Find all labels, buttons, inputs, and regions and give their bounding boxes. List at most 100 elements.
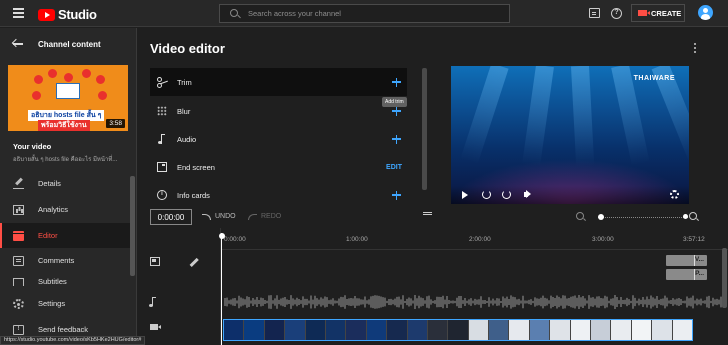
sidebar-item-label: Comments xyxy=(38,256,75,265)
filmstrip-frame xyxy=(611,320,631,340)
search-input[interactable] xyxy=(248,5,498,22)
timeline-scrollbar[interactable] xyxy=(722,248,727,308)
tool-info-cards[interactable]: i Info cards xyxy=(150,181,407,204)
filmstrip-frame xyxy=(550,320,570,340)
zoom-out-icon[interactable] xyxy=(576,212,584,220)
tool-audio[interactable]: Audio xyxy=(150,125,407,153)
messages-icon[interactable] xyxy=(589,8,600,18)
volume-icon[interactable] xyxy=(524,190,531,198)
tool-end-screen[interactable]: End screen EDIT xyxy=(150,153,407,181)
music-track-icon xyxy=(149,297,156,307)
sidebar-scrollbar[interactable] xyxy=(130,176,135,276)
end-screen-element[interactable]: V... xyxy=(666,255,707,266)
main-panel: Video editor Trim Blur Audio End screen … xyxy=(137,28,728,345)
tool-label: Trim xyxy=(177,77,192,87)
sidebar-item-comments[interactable]: Comments xyxy=(0,248,130,273)
add-info-card-plus-icon[interactable] xyxy=(392,190,401,200)
video-subtitle: อธิบายสั้น ๆ hosts file คืออะไร มีหน้าที… xyxy=(13,157,118,163)
comments-icon xyxy=(13,255,24,266)
playhead[interactable] xyxy=(218,233,225,345)
filmstrip-frame xyxy=(529,320,550,340)
filmstrip-frame xyxy=(631,320,652,340)
add-trim-plus-icon[interactable] xyxy=(392,77,401,87)
sidebar-item-label: Subtitles xyxy=(38,277,67,286)
tools-scrollbar[interactable] xyxy=(422,68,427,190)
pencil-icon xyxy=(13,179,24,189)
player-controls xyxy=(451,186,689,204)
ruler-tick: 3:57:12 xyxy=(683,236,705,243)
sidebar-item-details[interactable]: Details xyxy=(0,171,130,196)
filmstrip-frame xyxy=(305,320,325,340)
tool-label: Audio xyxy=(177,134,197,144)
search-box[interactable] xyxy=(219,4,510,23)
rewind-10-icon[interactable] xyxy=(482,190,491,199)
timeline-ruler[interactable]: 0:00:00 1:00:00 2:00:00 3:00:00 3:57:12 xyxy=(221,228,728,250)
info-icon: i xyxy=(157,190,167,200)
status-bar-url: https://studio.youtube.com/video/sKb5HKe… xyxy=(0,336,146,345)
thumbnail-caption-2: พร้อมวิธีใช้งาน xyxy=(38,120,90,131)
tool-label: Blur xyxy=(177,106,191,116)
add-audio-plus-icon[interactable] xyxy=(392,134,401,144)
filmstrip-frame xyxy=(427,320,448,340)
tool-label: End screen xyxy=(177,162,215,172)
zoom-slider[interactable] xyxy=(598,214,688,220)
forward-10-icon[interactable] xyxy=(502,190,511,199)
filmstrip-frame xyxy=(366,320,387,340)
top-bar: Studio ? CREATE xyxy=(0,0,728,27)
back-arrow-icon[interactable] xyxy=(13,43,23,45)
avatar[interactable] xyxy=(698,5,713,20)
channel-content-title: Channel content xyxy=(38,40,101,49)
filmstrip-frame xyxy=(244,320,264,340)
editor-icon xyxy=(13,230,24,241)
zoom-slider-knob[interactable] xyxy=(598,214,604,220)
filmstrip-frame xyxy=(509,320,529,340)
end-screen-element[interactable]: P... xyxy=(666,269,707,280)
editor-tools-list: Trim Blur Audio End screen EDIT i Info c… xyxy=(150,68,407,204)
video-camera-icon xyxy=(638,10,650,16)
menu-icon[interactable] xyxy=(13,8,24,18)
studio-logo[interactable]: Studio xyxy=(38,7,97,22)
sidebar-item-label: Analytics xyxy=(38,205,69,214)
timecode-input[interactable] xyxy=(150,209,192,225)
filmstrip-frame xyxy=(448,320,468,340)
filmstrip-frame xyxy=(672,320,692,340)
add-blur-plus-icon[interactable] xyxy=(392,106,401,116)
sidebar-item-settings[interactable]: Settings xyxy=(0,291,130,316)
ruler-tick: 0:00:00 xyxy=(224,236,246,243)
create-button[interactable]: CREATE xyxy=(631,4,685,22)
zoom-in-icon[interactable] xyxy=(689,212,697,220)
undo-button[interactable]: UNDO xyxy=(202,213,236,220)
youtube-logo-icon xyxy=(38,8,55,21)
play-icon[interactable] xyxy=(462,191,468,199)
audio-waveform xyxy=(221,291,728,313)
more-options-icon[interactable] xyxy=(694,43,697,54)
search-icon xyxy=(230,9,238,17)
undo-label: UNDO xyxy=(215,213,236,220)
ruler-tick: 2:00:00 xyxy=(469,236,491,243)
video-thumbnail[interactable]: อธิบาย hosts file สั้น ๆ พร้อมวิธีใช้งาน… xyxy=(8,65,128,131)
feedback-icon: ! xyxy=(13,324,24,335)
tool-blur[interactable]: Blur xyxy=(150,97,407,125)
logo-text: Studio xyxy=(58,7,97,22)
resize-handle-icon[interactable] xyxy=(423,212,432,215)
redo-button[interactable]: REDO xyxy=(248,213,281,220)
video-filmstrip[interactable] xyxy=(223,319,693,341)
sidebar-item-analytics[interactable]: Analytics xyxy=(0,197,130,222)
page-title: Video editor xyxy=(150,41,225,56)
redo-icon xyxy=(248,213,257,220)
video-track-icon xyxy=(150,324,161,330)
sidebar-item-label: Send feedback xyxy=(38,325,89,334)
sidebar-item-subtitles[interactable]: Subtitles xyxy=(0,272,130,286)
sidebar: Channel content อธิบาย hosts file สั้น ๆ… xyxy=(0,28,137,345)
help-icon[interactable]: ? xyxy=(611,8,622,19)
end-screen-element-label: P... xyxy=(695,270,704,277)
tool-trim[interactable]: Trim xyxy=(150,68,407,96)
player-settings-gear-icon[interactable] xyxy=(670,190,679,199)
edit-pencil-icon[interactable] xyxy=(189,258,199,267)
edit-end-screen-button[interactable]: EDIT xyxy=(386,164,402,171)
sidebar-item-editor[interactable]: Editor xyxy=(0,223,130,248)
scissors-icon xyxy=(157,77,168,88)
filmstrip-frame xyxy=(285,320,305,340)
video-player[interactable]: THAIWARE xyxy=(451,66,689,204)
blur-icon xyxy=(157,106,167,116)
